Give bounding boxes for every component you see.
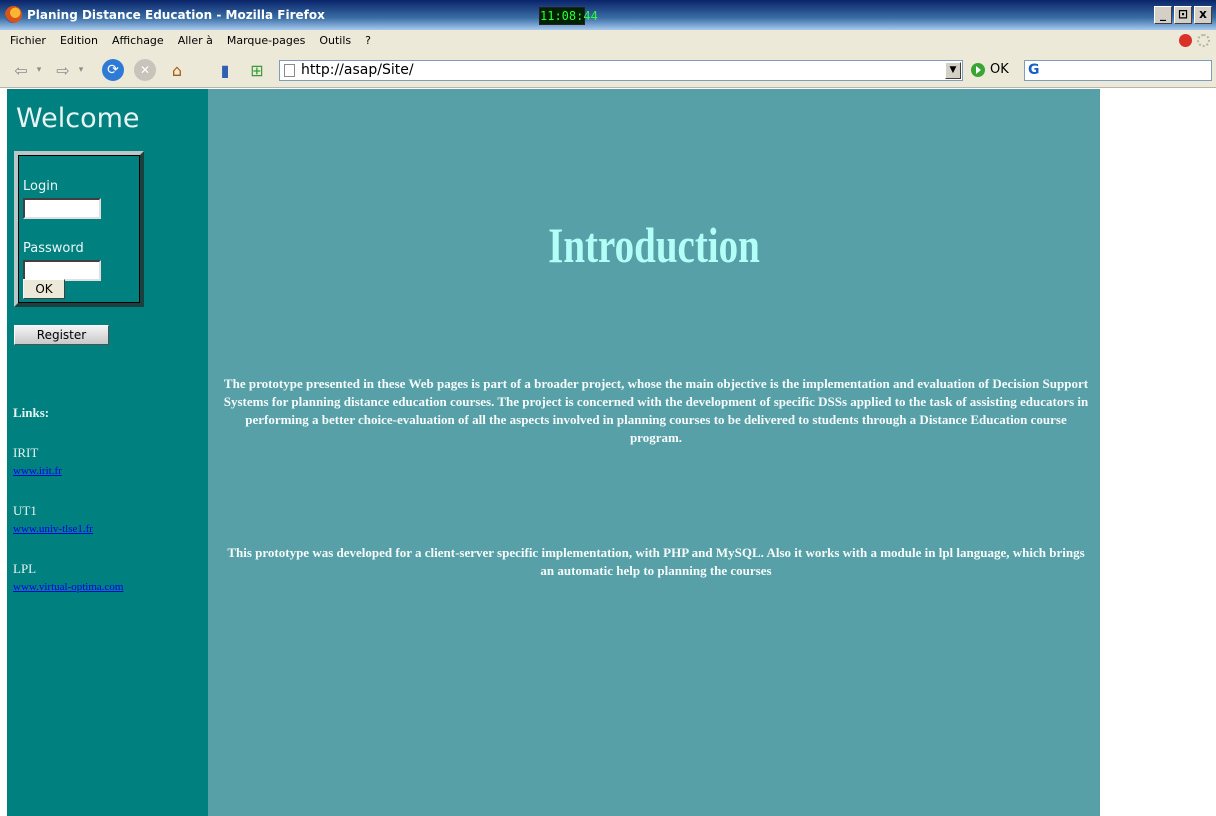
url-bar[interactable]: http://asap/Site/ ▼ bbox=[279, 60, 963, 81]
register-button[interactable]: Register bbox=[14, 325, 109, 345]
window-title-bar: Planing Distance Education - Mozilla Fir… bbox=[0, 0, 1216, 30]
login-ok-button[interactable]: OK bbox=[23, 279, 65, 299]
home-icon[interactable]: ⌂ bbox=[166, 59, 188, 81]
back-icon[interactable]: ⇦ bbox=[10, 59, 32, 81]
go-button[interactable]: OK bbox=[971, 62, 1009, 77]
menu-marque-pages[interactable]: Marque-pages bbox=[227, 34, 305, 47]
go-label: OK bbox=[990, 62, 1009, 77]
window-controls: _ ⊡ x bbox=[1154, 6, 1212, 24]
window-title: Planing Distance Education - Mozilla Fir… bbox=[27, 8, 325, 22]
login-input[interactable] bbox=[23, 198, 101, 219]
go-arrow-icon bbox=[971, 62, 985, 77]
link-irit[interactable]: www.irit.fr bbox=[13, 465, 62, 477]
menu-fichier[interactable]: Fichier bbox=[10, 34, 46, 47]
throbber-icon bbox=[1197, 34, 1210, 47]
forward-icon[interactable]: ⇨ bbox=[52, 59, 74, 81]
close-button[interactable]: x bbox=[1194, 6, 1212, 24]
restore-button[interactable]: ⊡ bbox=[1174, 6, 1192, 24]
links-heading: Links: bbox=[13, 405, 50, 420]
intro-paragraph-1: The prototype presented in these Web pag… bbox=[223, 376, 1089, 445]
intro-paragraph-2: This prototype was developed for a clien… bbox=[227, 545, 1085, 578]
main-content: Introduction The prototype presented in … bbox=[208, 89, 1100, 816]
stop-icon[interactable]: ✕ bbox=[134, 59, 156, 81]
search-input[interactable]: G bbox=[1024, 60, 1212, 81]
url-text: http://asap/Site/ bbox=[301, 62, 414, 78]
link-name-ut1: UT1 bbox=[13, 503, 37, 518]
login-label: Login bbox=[23, 179, 59, 194]
bookmarks-sidebar-icon[interactable]: ▮ bbox=[214, 59, 236, 81]
sidebar: Welcome Login Password OK Register Links… bbox=[7, 89, 208, 816]
menu-affichage[interactable]: Affichage bbox=[112, 34, 164, 47]
link-ut1[interactable]: www.univ-tlse1.fr bbox=[13, 523, 93, 535]
link-name-irit: IRIT bbox=[13, 445, 39, 460]
url-dropdown-icon[interactable]: ▼ bbox=[945, 62, 961, 79]
page-icon bbox=[284, 64, 295, 77]
firefox-icon bbox=[5, 6, 22, 23]
link-lpl[interactable]: www.virtual-optima.com bbox=[13, 581, 123, 593]
back-dropdown-icon[interactable]: ▾ bbox=[34, 59, 44, 81]
menu-bar: Fichier Edition Affichage Aller à Marque… bbox=[0, 30, 1216, 52]
menu-aller-a[interactable]: Aller à bbox=[178, 34, 213, 47]
welcome-heading: Welcome bbox=[16, 103, 140, 134]
page-title: Introduction bbox=[548, 217, 760, 273]
reload-icon[interactable]: ⟳ bbox=[102, 59, 124, 81]
minimize-button[interactable]: _ bbox=[1154, 6, 1172, 24]
link-name-lpl: LPL bbox=[13, 561, 37, 576]
menu-edition[interactable]: Edition bbox=[60, 34, 98, 47]
clock-display: 11:08:44 bbox=[539, 7, 598, 25]
forward-dropdown-icon[interactable]: ▾ bbox=[76, 59, 86, 81]
login-form: Login Password OK bbox=[14, 151, 144, 307]
menu-help[interactable]: ? bbox=[365, 34, 371, 47]
password-input[interactable] bbox=[23, 260, 101, 281]
new-tab-icon[interactable]: ⊞ bbox=[246, 59, 268, 81]
password-label: Password bbox=[23, 241, 84, 256]
google-search-icon[interactable]: G bbox=[1028, 62, 1040, 78]
navigation-toolbar: ⇦ ▾ ⇨ ▾ ⟳ ✕ ⌂ ▮ ⊞ http://asap/Site/ ▼ OK… bbox=[0, 52, 1216, 88]
stop-status-icon bbox=[1179, 34, 1192, 47]
menu-outils[interactable]: Outils bbox=[319, 34, 351, 47]
